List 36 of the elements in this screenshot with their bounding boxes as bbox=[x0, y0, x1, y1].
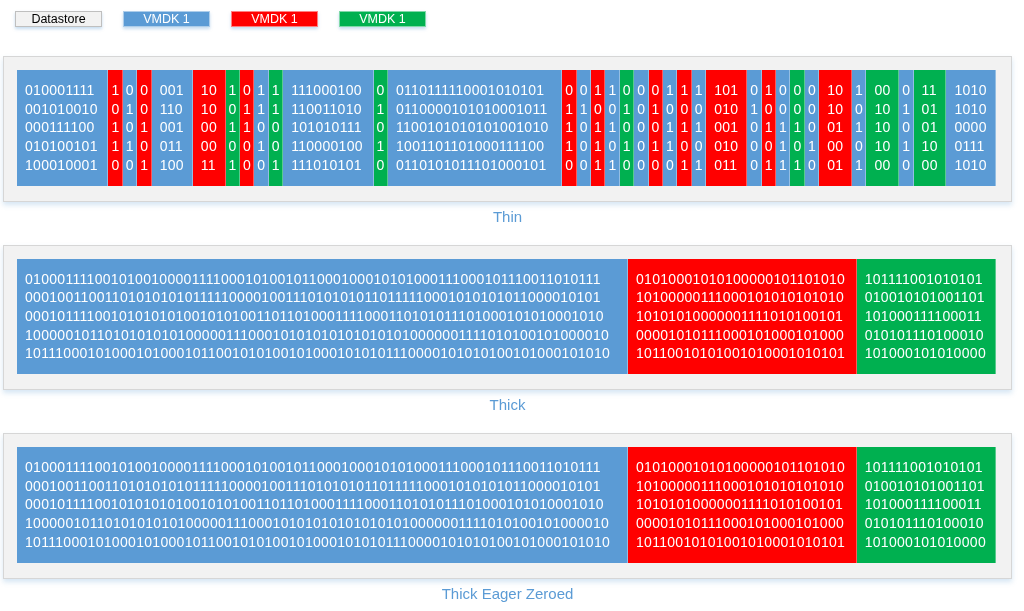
data-block: 101 010 001 010 011 bbox=[706, 70, 748, 186]
data-block: 101111001010101 010010101001101 101000111100011 010101110100010 101000101010000 bbox=[856, 447, 996, 563]
legend-item: VMDK 1 bbox=[123, 11, 210, 27]
data-block: 0 1 0 0 0 bbox=[747, 70, 762, 186]
data-block: 10 10 00 00 11 bbox=[192, 70, 226, 186]
data-block: 00 10 10 10 00 bbox=[866, 70, 900, 186]
data-block: 1 1 0 1 0 bbox=[254, 70, 269, 186]
data-block: 0 0 0 0 0 bbox=[634, 70, 649, 186]
data-block: 0 0 1 0 1 bbox=[137, 70, 152, 186]
data-block: 11 01 01 10 00 bbox=[913, 70, 947, 186]
data-block: 0110111110001010101 0110000101010001011 1100101010101001010 1001101101000111100 0110101011101000101 bbox=[387, 70, 563, 186]
legend-item: VMDK 1 bbox=[339, 11, 426, 27]
data-block: 0100011110010100100001111000101001011000100010101000111000101110011010111 0001001100110101010101111100001001110101010110111110001010101011000010101 0001011110010101010100101010011011010001111000110101011101000101010001010 1000001011010101010100000111000101010101010101010000001111010100101000010 1011100010100010100010110010101001010001010101110000101010100101000101010 bbox=[17, 258, 628, 375]
data-block: 010001111 001010010 000111100 010100101 100010001 bbox=[17, 70, 109, 186]
data-block: 0 0 1 0 1 bbox=[790, 70, 805, 186]
data-block: 1 0 1 0 1 bbox=[605, 70, 620, 186]
legend-item: Datastore bbox=[15, 11, 102, 27]
data-block: 101111001010101 010010101001101 101000111100011 010101110100010 101000101010000 bbox=[856, 258, 996, 375]
data-block: 01010001010100000101101010 10100000111000101010101010 10101010000001111010100101 00001010111000101000101000 10110010101001010001010101 bbox=[627, 258, 857, 375]
data-block: 1 0 1 1 1 bbox=[591, 70, 606, 186]
data-block: 01010001010100000101101010 10100000111000101010101010 10101010000001111010100101 00001010111000101000101000 10110010101001010001010101 bbox=[627, 447, 857, 563]
panel-caption: Thick Eager Zeroed bbox=[441, 584, 574, 603]
panel-caption: Thin bbox=[492, 207, 523, 226]
legend-item: VMDK 1 bbox=[231, 11, 318, 27]
data-block: 1 0 1 0 1 bbox=[852, 70, 867, 186]
data-block: 111000100 110011010 101010111 110000100 111010101 bbox=[283, 70, 374, 186]
data-block: 10 10 01 00 01 bbox=[819, 70, 853, 186]
data-block: 1 0 1 1 0 bbox=[108, 70, 123, 186]
data-block: 0100011110010100100001111000101001011000100010101000111000101110011010111 0001001100110101010101111100001001110101010110111110001010101011000010101 0001011110010101010100101010011011010001111000110101011101000101010001010 1000001011010101010100000111000101010101010101010000001111010100101000010 1011100010100010100010110010101001010001010101110000101010100101000101010 bbox=[17, 447, 628, 563]
data-block: 001 110 001 011 100 bbox=[151, 70, 193, 186]
data-block: 0 1 0 1 0 bbox=[899, 70, 914, 186]
data-block: 1 0 1 0 1 bbox=[677, 70, 692, 186]
panel-caption: Thick bbox=[489, 396, 526, 415]
data-block: 1010 1010 0000 0111 1010 bbox=[946, 70, 996, 186]
data-block: 0 1 1 1 0 bbox=[562, 70, 577, 186]
data-block: 0 0 1 1 1 bbox=[776, 70, 791, 186]
